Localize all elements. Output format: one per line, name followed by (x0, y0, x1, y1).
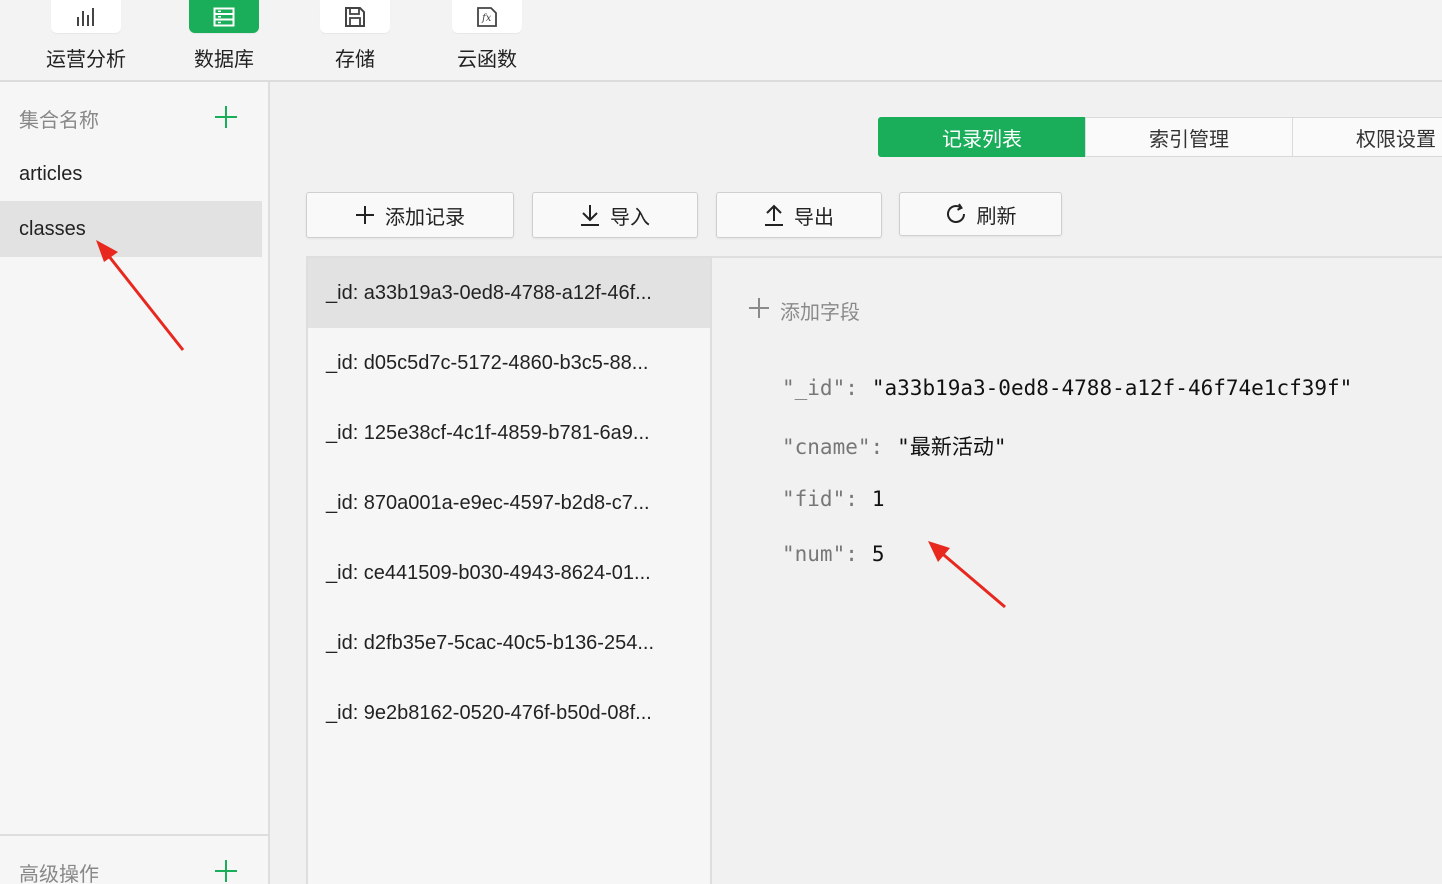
svg-text:fx: fx (481, 13, 492, 24)
refresh-label: 刷新 (976, 203, 1017, 228)
field-row-num[interactable]: "num": 5 (782, 542, 885, 566)
advanced-operations-label[interactable]: 高级操作 (19, 858, 99, 884)
collection-sidebar: 集合名称 articles classes 高级操作 (0, 82, 270, 884)
field-row-cname[interactable]: "cname": "最新活动" (782, 431, 1006, 461)
download-icon (580, 204, 600, 226)
add-record-label: 添加记录 (385, 204, 465, 229)
list-item[interactable]: _id: d05c5d7c-5172-4860-b3c5-88... (308, 328, 710, 398)
tab-record-list[interactable]: 记录列表 (878, 117, 1086, 157)
plus-icon (748, 297, 770, 324)
add-advanced-icon[interactable] (213, 858, 239, 884)
field-colon: : (845, 542, 858, 566)
tab-index-management[interactable]: 索引管理 (1085, 117, 1293, 157)
field-value: "最新活动" (897, 435, 1007, 459)
collection-item-classes[interactable]: classes (0, 201, 262, 257)
field-row-id[interactable]: "_id": "a33b19a3-0ed8-4788-a12f-46f74e1cf… (782, 376, 1352, 400)
list-item[interactable]: _id: 9e2b8162-0520-476f-b50d-08f... (308, 678, 710, 748)
add-field-label: 添加字段 (780, 300, 860, 324)
list-item[interactable]: _id: a33b19a3-0ed8-4788-a12f-46f... (308, 258, 710, 328)
collection-header: 集合名称 (19, 108, 99, 132)
refresh-icon (945, 203, 967, 225)
record-list: _id: a33b19a3-0ed8-4788-a12f-46f... _id:… (306, 256, 712, 884)
toolbar-label-database: 数据库 (194, 47, 254, 71)
record-detail: 添加字段 "_id": "a33b19a3-0ed8-4788-a12f-46f7… (712, 256, 1442, 884)
toolbar-label-storage: 存储 (335, 47, 375, 71)
field-key: "_id" (782, 376, 846, 400)
toolbar-label-analytics: 运营分析 (46, 47, 126, 71)
top-toolbar: 运营分析 数据库 存储 fx 云函数 (0, 0, 1442, 82)
field-colon: : (845, 487, 858, 511)
add-record-button[interactable]: 添加记录 (306, 192, 514, 238)
field-colon: : (845, 376, 858, 400)
advanced-section: 高级操作 (0, 834, 268, 884)
field-colon: : (870, 435, 884, 459)
import-button[interactable]: 导入 (532, 192, 698, 238)
list-item[interactable]: _id: 870a001a-e9ec-4597-b2d8-c7... (308, 468, 710, 538)
field-row-fid[interactable]: "fid": 1 (782, 487, 885, 511)
list-item[interactable]: _id: 125e38cf-4c1f-4859-b781-6a9... (308, 398, 710, 468)
function-icon: fx (452, 0, 522, 33)
refresh-button[interactable]: 刷新 (899, 192, 1062, 236)
view-tabs: 记录列表 索引管理 权限设置 (878, 117, 1442, 157)
save-icon (320, 0, 390, 33)
field-value: 5 (871, 542, 885, 566)
export-label: 导出 (794, 204, 834, 229)
field-key: "fid" (782, 487, 846, 511)
toolbar-label-cloud-function: 云函数 (457, 47, 517, 71)
list-item[interactable]: _id: ce441509-b030-4943-8624-01... (308, 538, 710, 608)
add-collection-icon[interactable] (213, 104, 239, 130)
collection-item-articles[interactable]: articles (0, 146, 262, 202)
add-field-button[interactable]: 添加字段 (748, 296, 860, 325)
export-button[interactable]: 导出 (716, 192, 882, 238)
field-key: "num" (782, 542, 846, 566)
import-label: 导入 (610, 204, 650, 229)
tab-permission-settings[interactable]: 权限设置 (1292, 117, 1442, 157)
field-value: 1 (871, 487, 885, 511)
plus-icon (355, 205, 375, 225)
bar-chart-icon (51, 0, 121, 33)
field-key: "cname" (782, 435, 871, 459)
upload-icon (764, 204, 784, 226)
field-value: "a33b19a3-0ed8-4788-a12f-46f74e1cf39f" (871, 376, 1353, 400)
database-icon (189, 0, 259, 33)
list-item[interactable]: _id: d2fb35e7-5cac-40c5-b136-254... (308, 608, 710, 678)
